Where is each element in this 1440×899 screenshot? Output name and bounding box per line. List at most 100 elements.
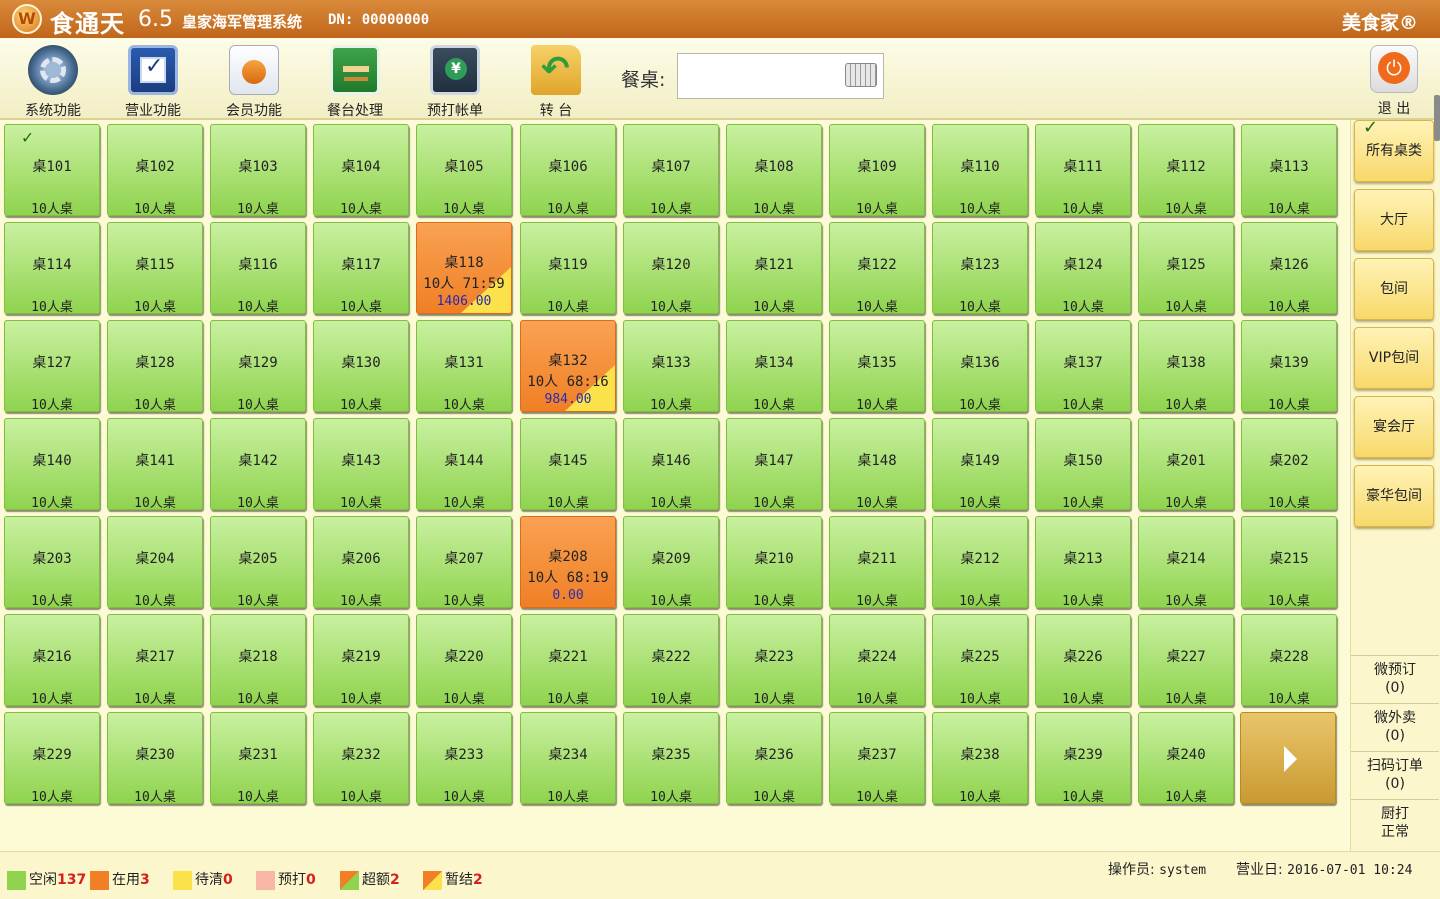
- table-tile[interactable]: 桌137 10人桌: [1035, 320, 1131, 412]
- table-tile[interactable]: 桌133 10人桌: [623, 320, 719, 412]
- table-tile[interactable]: 桌226 10人桌: [1035, 614, 1131, 706]
- table-tile[interactable]: 桌111 10人桌: [1035, 124, 1131, 216]
- table-tile[interactable]: 桌150 10人桌: [1035, 418, 1131, 510]
- table-tile[interactable]: 桌147 10人桌: [726, 418, 822, 510]
- table-tile[interactable]: 桌123 10人桌: [932, 222, 1028, 314]
- table-tile[interactable]: 桌108 10人桌: [726, 124, 822, 216]
- scan-order-button[interactable]: 扫码订单 (0): [1351, 751, 1439, 797]
- table-tile[interactable]: 桌213 10人桌: [1035, 516, 1131, 608]
- table-tile[interactable]: 桌119 10人桌: [520, 222, 616, 314]
- table-tile[interactable]: 桌134 10人桌: [726, 320, 822, 412]
- category-private-room[interactable]: 包间: [1354, 258, 1434, 320]
- table-tile[interactable]: 桌221 10人桌: [520, 614, 616, 706]
- table-tile[interactable]: 桌106 10人桌: [520, 124, 616, 216]
- table-tile[interactable]: 桌219 10人桌: [313, 614, 409, 706]
- table-tile[interactable]: 桌239 10人桌: [1035, 712, 1131, 804]
- wechat-takeout-button[interactable]: 微外卖 (0): [1351, 703, 1439, 749]
- scrollbar-thumb[interactable]: [1434, 95, 1440, 141]
- table-tile[interactable]: 桌228 10人桌: [1241, 614, 1337, 706]
- table-tile[interactable]: 桌128 10人桌: [107, 320, 203, 412]
- table-tile[interactable]: 桌132 10人 68:16 984.00: [520, 320, 616, 412]
- table-tile[interactable]: 桌130 10人桌: [313, 320, 409, 412]
- table-tile[interactable]: 桌141 10人桌: [107, 418, 203, 510]
- business-functions-button[interactable]: 营业功能: [103, 43, 203, 119]
- table-tile[interactable]: 桌233 10人桌: [416, 712, 512, 804]
- table-tile[interactable]: 桌220 10人桌: [416, 614, 512, 706]
- table-tile[interactable]: 桌139 10人桌: [1241, 320, 1337, 412]
- table-tile[interactable]: 桌216 10人桌: [4, 614, 100, 706]
- category-hall[interactable]: 大厅: [1354, 189, 1434, 251]
- table-tile[interactable]: 桌113 10人桌: [1241, 124, 1337, 216]
- table-tile[interactable]: 桌142 10人桌: [210, 418, 306, 510]
- table-tile[interactable]: 桌222 10人桌: [623, 614, 719, 706]
- table-tile[interactable]: 桌235 10人桌: [623, 712, 719, 804]
- table-tile[interactable]: 桌120 10人桌: [623, 222, 719, 314]
- table-tile[interactable]: 桌218 10人桌: [210, 614, 306, 706]
- table-tile[interactable]: 桌118 10人 71:59 1406.00: [416, 222, 512, 314]
- table-tile[interactable]: 桌205 10人桌: [210, 516, 306, 608]
- table-tile[interactable]: 桌117 10人桌: [313, 222, 409, 314]
- table-tile[interactable]: 桌115 10人桌: [107, 222, 203, 314]
- table-tile[interactable]: 桌234 10人桌: [520, 712, 616, 804]
- table-tile[interactable]: 桌208 10人 68:19 0.00: [520, 516, 616, 608]
- table-tile[interactable]: 桌102 10人桌: [107, 124, 203, 216]
- table-tile[interactable]: 桌240 10人桌: [1138, 712, 1234, 804]
- table-tile[interactable]: 桌124 10人桌: [1035, 222, 1131, 314]
- table-tile[interactable]: 桌207 10人桌: [416, 516, 512, 608]
- table-tile[interactable]: 桌149 10人桌: [932, 418, 1028, 510]
- wechat-reservation-button[interactable]: 微预订 (0): [1351, 655, 1439, 701]
- table-tile[interactable]: 桌143 10人桌: [313, 418, 409, 510]
- table-tile[interactable]: 桌131 10人桌: [416, 320, 512, 412]
- category-vip-room[interactable]: VIP包间: [1354, 327, 1434, 389]
- table-tile[interactable]: 桌232 10人桌: [313, 712, 409, 804]
- table-tile[interactable]: 桌138 10人桌: [1138, 320, 1234, 412]
- table-tile[interactable]: 桌236 10人桌: [726, 712, 822, 804]
- table-tile[interactable]: 桌107 10人桌: [623, 124, 719, 216]
- table-tile[interactable]: 桌202 10人桌: [1241, 418, 1337, 510]
- table-tile[interactable]: 桌203 10人桌: [4, 516, 100, 608]
- table-tile[interactable]: 桌104 10人桌: [313, 124, 409, 216]
- table-tile[interactable]: 桌231 10人桌: [210, 712, 306, 804]
- table-tile[interactable]: 桌209 10人桌: [623, 516, 719, 608]
- table-tile[interactable]: 桌145 10人桌: [520, 418, 616, 510]
- category-luxury-room[interactable]: 豪华包间: [1354, 465, 1434, 527]
- table-tile[interactable]: 桌109 10人桌: [829, 124, 925, 216]
- table-tile[interactable]: 桌223 10人桌: [726, 614, 822, 706]
- table-tile[interactable]: 桌201 10人桌: [1138, 418, 1234, 510]
- table-tile[interactable]: 桌121 10人桌: [726, 222, 822, 314]
- table-tile[interactable]: 桌238 10人桌: [932, 712, 1028, 804]
- table-tile[interactable]: 桌112 10人桌: [1138, 124, 1234, 216]
- table-tile[interactable]: 桌125 10人桌: [1138, 222, 1234, 314]
- table-tile[interactable]: 桌210 10人桌: [726, 516, 822, 608]
- table-tile[interactable]: ✓ 桌101 10人桌: [4, 124, 100, 216]
- table-tile[interactable]: 桌114 10人桌: [4, 222, 100, 314]
- table-tile[interactable]: 桌217 10人桌: [107, 614, 203, 706]
- table-tile[interactable]: 桌212 10人桌: [932, 516, 1028, 608]
- table-tile[interactable]: 桌224 10人桌: [829, 614, 925, 706]
- table-tile[interactable]: 桌135 10人桌: [829, 320, 925, 412]
- table-tile[interactable]: 桌229 10人桌: [4, 712, 100, 804]
- table-tile[interactable]: 桌204 10人桌: [107, 516, 203, 608]
- next-page-button[interactable]: [1240, 712, 1336, 804]
- table-tile[interactable]: 桌129 10人桌: [210, 320, 306, 412]
- table-tile[interactable]: 桌146 10人桌: [623, 418, 719, 510]
- table-tile[interactable]: 桌105 10人桌: [416, 124, 512, 216]
- member-functions-button[interactable]: 会员功能: [204, 43, 304, 119]
- table-handling-button[interactable]: 餐台处理: [305, 43, 405, 119]
- table-tile[interactable]: 桌237 10人桌: [829, 712, 925, 804]
- table-tile[interactable]: 桌127 10人桌: [4, 320, 100, 412]
- kitchen-print-status[interactable]: 厨打 正常: [1351, 799, 1439, 845]
- table-tile[interactable]: 桌148 10人桌: [829, 418, 925, 510]
- table-tile[interactable]: 桌214 10人桌: [1138, 516, 1234, 608]
- table-tile[interactable]: 桌122 10人桌: [829, 222, 925, 314]
- table-tile[interactable]: 桌140 10人桌: [4, 418, 100, 510]
- table-tile[interactable]: 桌116 10人桌: [210, 222, 306, 314]
- category-all-tables[interactable]: ✓ 所有桌类: [1354, 117, 1434, 182]
- table-tile[interactable]: 桌103 10人桌: [210, 124, 306, 216]
- transfer-table-button[interactable]: 转 台: [506, 43, 606, 119]
- keyboard-icon[interactable]: [845, 63, 877, 87]
- table-tile[interactable]: 桌225 10人桌: [932, 614, 1028, 706]
- table-tile[interactable]: 桌144 10人桌: [416, 418, 512, 510]
- system-functions-button[interactable]: 系统功能: [3, 43, 103, 119]
- table-tile[interactable]: 桌215 10人桌: [1241, 516, 1337, 608]
